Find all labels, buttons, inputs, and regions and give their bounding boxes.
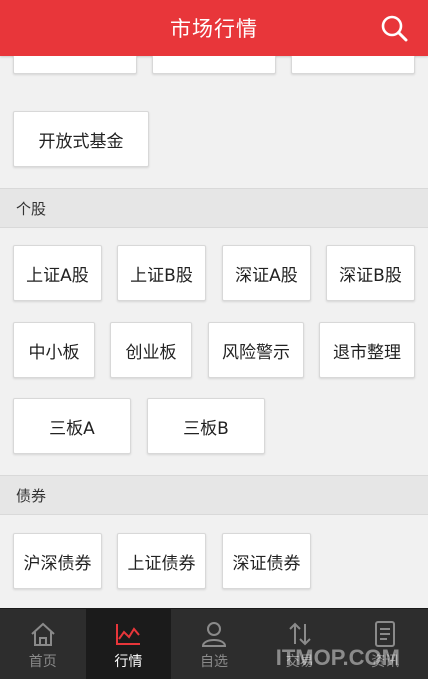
page-title: 市场行情 <box>170 17 258 41</box>
top-row-item[interactable] <box>152 56 276 74</box>
stock-sme-board-button[interactable]: 中小板 <box>13 322 95 378</box>
bond-sh-sz-button[interactable]: 沪深债券 <box>13 533 102 589</box>
stock-sz-a-button[interactable]: 深证A股 <box>222 245 311 301</box>
section-header-bonds: 债券 <box>0 475 428 515</box>
stock-risk-warning-button[interactable]: 风险警示 <box>208 322 304 378</box>
bottom-tab-bar: 首页 行情 自选 交易 资讯 ITMOP.COM <box>0 608 428 679</box>
user-icon <box>201 622 226 647</box>
stock-delisting-button[interactable]: 退市整理 <box>319 322 415 378</box>
market-screen: 市场行情 开放式基金 个股 上证A股 上证B股 深证A股 深证B股 中小板 创业… <box>0 0 428 679</box>
stock-third-board-a-button[interactable]: 三板A <box>13 398 131 454</box>
bond-sz-button[interactable]: 深证债券 <box>222 533 311 589</box>
tab-market[interactable]: 行情 <box>85 609 172 679</box>
app-header: 市场行情 <box>0 0 428 56</box>
stock-sh-b-button[interactable]: 上证B股 <box>117 245 206 301</box>
tab-watchlist[interactable]: 自选 <box>171 609 257 679</box>
market-chart-icon <box>116 624 141 645</box>
stock-growth-board-button[interactable]: 创业板 <box>110 322 192 378</box>
tab-home[interactable]: 首页 <box>0 609 86 679</box>
top-row-item[interactable] <box>13 56 137 74</box>
search-button[interactable] <box>378 12 410 44</box>
market-content: 开放式基金 个股 上证A股 上证B股 深证A股 深证B股 中小板 创业板 风险警… <box>0 56 428 609</box>
home-icon <box>31 622 55 646</box>
stock-sz-b-button[interactable]: 深证B股 <box>326 245 415 301</box>
fund-open-end-button[interactable]: 开放式基金 <box>13 111 149 167</box>
tab-news[interactable]: 资讯 <box>342 609 428 679</box>
trade-arrows-icon <box>288 622 311 646</box>
stock-sh-a-button[interactable]: 上证A股 <box>13 245 102 301</box>
bond-sh-button[interactable]: 上证债券 <box>117 533 206 589</box>
news-icon <box>375 621 396 647</box>
tab-trade[interactable]: 交易 <box>257 609 343 679</box>
section-header-stocks: 个股 <box>0 188 428 228</box>
stock-third-board-b-button[interactable]: 三板B <box>147 398 265 454</box>
search-icon <box>381 15 408 42</box>
top-row-item[interactable] <box>291 56 415 74</box>
